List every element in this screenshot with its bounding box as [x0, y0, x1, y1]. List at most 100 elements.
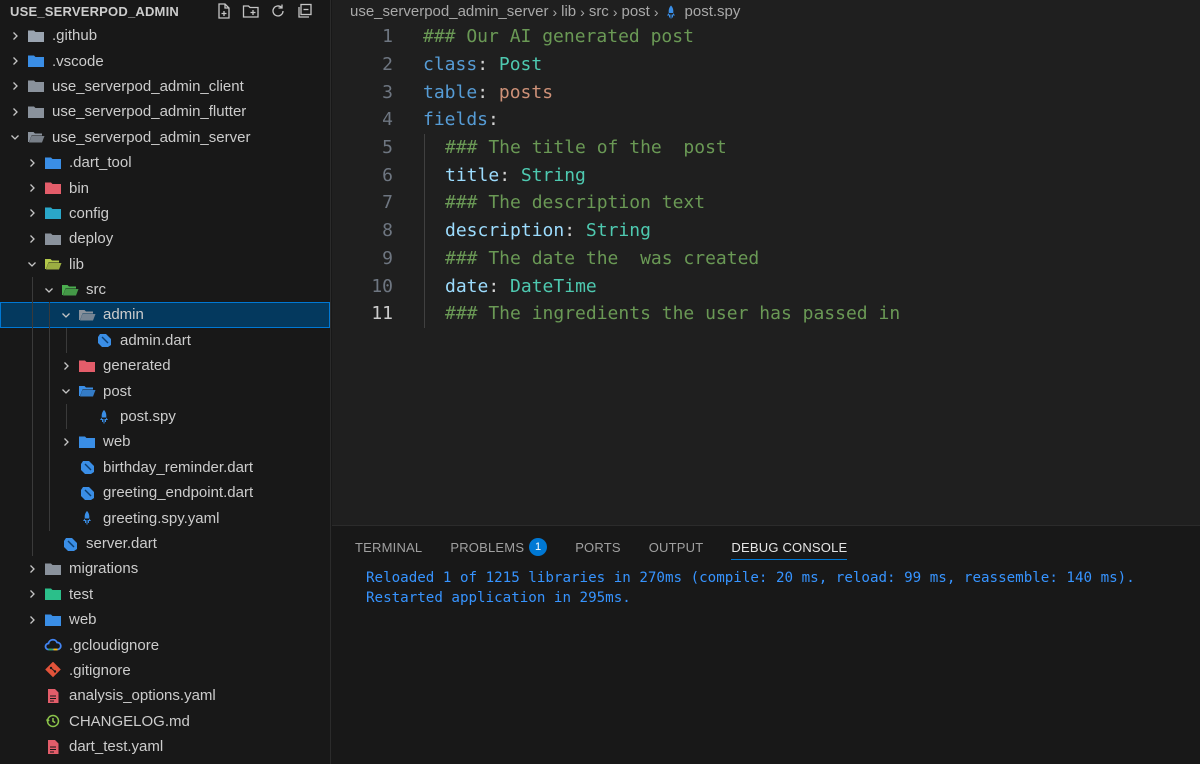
tree-folder[interactable]: src [0, 276, 330, 303]
refresh-icon[interactable] [269, 2, 287, 20]
chevron-right-icon[interactable] [7, 104, 23, 120]
tree-item-label: bin [69, 179, 90, 197]
tree-folder[interactable]: post [0, 378, 330, 404]
code-line[interactable]: 5 ### The title of the post [332, 133, 1200, 162]
code-line[interactable]: 6 title: String [332, 161, 1200, 190]
editor: use_serverpod_admin_server › lib › src ›… [332, 0, 1200, 525]
dart-file-icon [61, 536, 79, 552]
chevron-down-icon[interactable] [58, 307, 74, 323]
chevron-right-icon[interactable] [24, 180, 40, 196]
tree-folder[interactable]: lib [0, 252, 330, 277]
tree-file[interactable]: .gcloudignore [0, 632, 330, 657]
tree-folder[interactable]: deploy [0, 226, 330, 251]
tree-folder[interactable]: web [0, 607, 330, 632]
tree-folder[interactable]: web [0, 429, 330, 455]
tree-file[interactable]: analysis_options.yaml [0, 683, 330, 708]
code-line[interactable]: 11 ### The ingredients the user has passe… [332, 299, 1200, 328]
tree-folder[interactable]: .vscode [0, 48, 330, 73]
code-area[interactable]: 1 ### Our AI generated post 2 class: Post 3 t… [332, 23, 1200, 328]
tab-output[interactable]: OUTPUT [649, 526, 704, 568]
tab-terminal[interactable]: TERMINAL [355, 526, 422, 568]
breadcrumb-item[interactable]: lib [561, 3, 576, 20]
tree-item-label: dart_test.yaml [69, 738, 164, 756]
admin-folder-icon [78, 307, 96, 323]
code-line[interactable]: 10 date: DateTime [332, 272, 1200, 300]
chevron-right-icon[interactable] [24, 155, 40, 171]
tree-item-label: generated [103, 357, 171, 375]
tree-folder[interactable]: admin [0, 302, 330, 328]
code-token: ### The date the was created [445, 247, 760, 269]
chevron-down-icon[interactable] [41, 282, 57, 298]
chevron-right-icon[interactable] [24, 231, 40, 247]
line-content: ### The title of the post [393, 137, 727, 158]
tree-file[interactable]: CHANGELOG.md [0, 709, 330, 734]
chevron-right-icon[interactable] [24, 561, 40, 577]
chevron-right-icon[interactable] [24, 586, 40, 602]
chevron-down-icon[interactable] [24, 256, 40, 272]
tree-file[interactable]: birthday_reminder.dart [0, 454, 330, 481]
lib-folder-icon [44, 256, 62, 272]
breadcrumb-item[interactable]: src [589, 3, 609, 20]
tree-file[interactable]: server.dart [0, 530, 330, 557]
code-line[interactable]: 9 ### The date the was created [332, 244, 1200, 273]
code-line[interactable]: 7 ### The description text [332, 189, 1200, 217]
tree-file[interactable]: post.spy [0, 403, 330, 430]
chevron-right-icon[interactable] [58, 358, 74, 374]
tree-folder[interactable]: migrations [0, 556, 330, 581]
tree-item-label: use_serverpod_admin_server [52, 128, 251, 146]
code-token: fields [423, 109, 489, 131]
chevron-down-icon[interactable] [7, 129, 23, 145]
breadcrumb-item[interactable]: post [621, 3, 649, 20]
code-token: : [477, 54, 499, 76]
new-folder-icon[interactable] [242, 2, 260, 20]
tree-file[interactable]: greeting_endpoint.dart [0, 480, 330, 506]
code-line[interactable]: 3 table: posts [332, 78, 1200, 106]
indent-guide [49, 429, 50, 455]
breadcrumb-item[interactable]: use_serverpod_admin_server [350, 3, 548, 20]
tab-debug-console[interactable]: DEBUG CONSOLE [731, 526, 848, 568]
chevron-right-icon[interactable] [24, 205, 40, 221]
indent-guide [49, 454, 50, 481]
chevron-down-icon[interactable] [58, 383, 74, 399]
chevron-right-icon: › [653, 3, 659, 20]
code-token: String [585, 220, 651, 242]
serverpod-file-icon [663, 4, 679, 20]
code-line[interactable]: 1 ### Our AI generated post [332, 23, 1200, 51]
chevron-right-icon[interactable] [24, 612, 40, 628]
tab-problems[interactable]: PROBLEMS 1 [450, 526, 548, 568]
chevron-right-icon[interactable] [58, 434, 74, 450]
tree-file[interactable]: dart_test.yaml [0, 734, 330, 759]
tree-folder[interactable]: generated [0, 353, 330, 379]
code-token: title [445, 164, 500, 186]
tab-label: DEBUG CONSOLE [731, 539, 848, 555]
indent-guide [32, 353, 33, 379]
line-content: ### Our AI generated post [393, 26, 694, 47]
tree-folder[interactable]: bin [0, 175, 330, 200]
tree-file[interactable]: greeting.spy.yaml [0, 505, 330, 531]
chevron-right-icon[interactable] [7, 78, 23, 94]
tab-ports[interactable]: PORTS [575, 526, 621, 568]
code-token: DateTime [510, 275, 597, 297]
tree-folder[interactable]: use_serverpod_admin_flutter [0, 99, 330, 124]
tree-file[interactable]: .gitignore [0, 658, 330, 683]
debug-console-output[interactable]: Reloaded 1 of 1215 libraries in 270ms (c… [332, 568, 1200, 608]
tree-item-label: lib [69, 255, 85, 273]
tree-folder[interactable]: .github [0, 23, 330, 48]
tree-item-label: migrations [69, 560, 139, 578]
chevron-right-icon[interactable] [7, 28, 23, 44]
tree-folder[interactable]: use_serverpod_admin_client [0, 74, 330, 99]
code-line[interactable]: 8 description: String [332, 216, 1200, 245]
tree-folder[interactable]: test [0, 582, 330, 607]
tree-folder[interactable]: .dart_tool [0, 150, 330, 175]
chevron-right-icon[interactable] [7, 53, 23, 69]
tree-file[interactable]: admin.dart [0, 327, 330, 354]
line-number: 9 [382, 247, 393, 269]
code-line[interactable]: 2 class: Post [332, 51, 1200, 79]
collapse-all-icon[interactable] [296, 2, 314, 20]
code-line[interactable]: 4 fields: [332, 106, 1200, 134]
new-file-icon[interactable] [215, 2, 233, 20]
breadcrumb-file[interactable]: post.spy [685, 3, 741, 20]
tab-label: TERMINAL [355, 539, 423, 555]
tree-folder[interactable]: use_serverpod_admin_server [0, 125, 330, 150]
tree-folder[interactable]: config [0, 201, 330, 226]
